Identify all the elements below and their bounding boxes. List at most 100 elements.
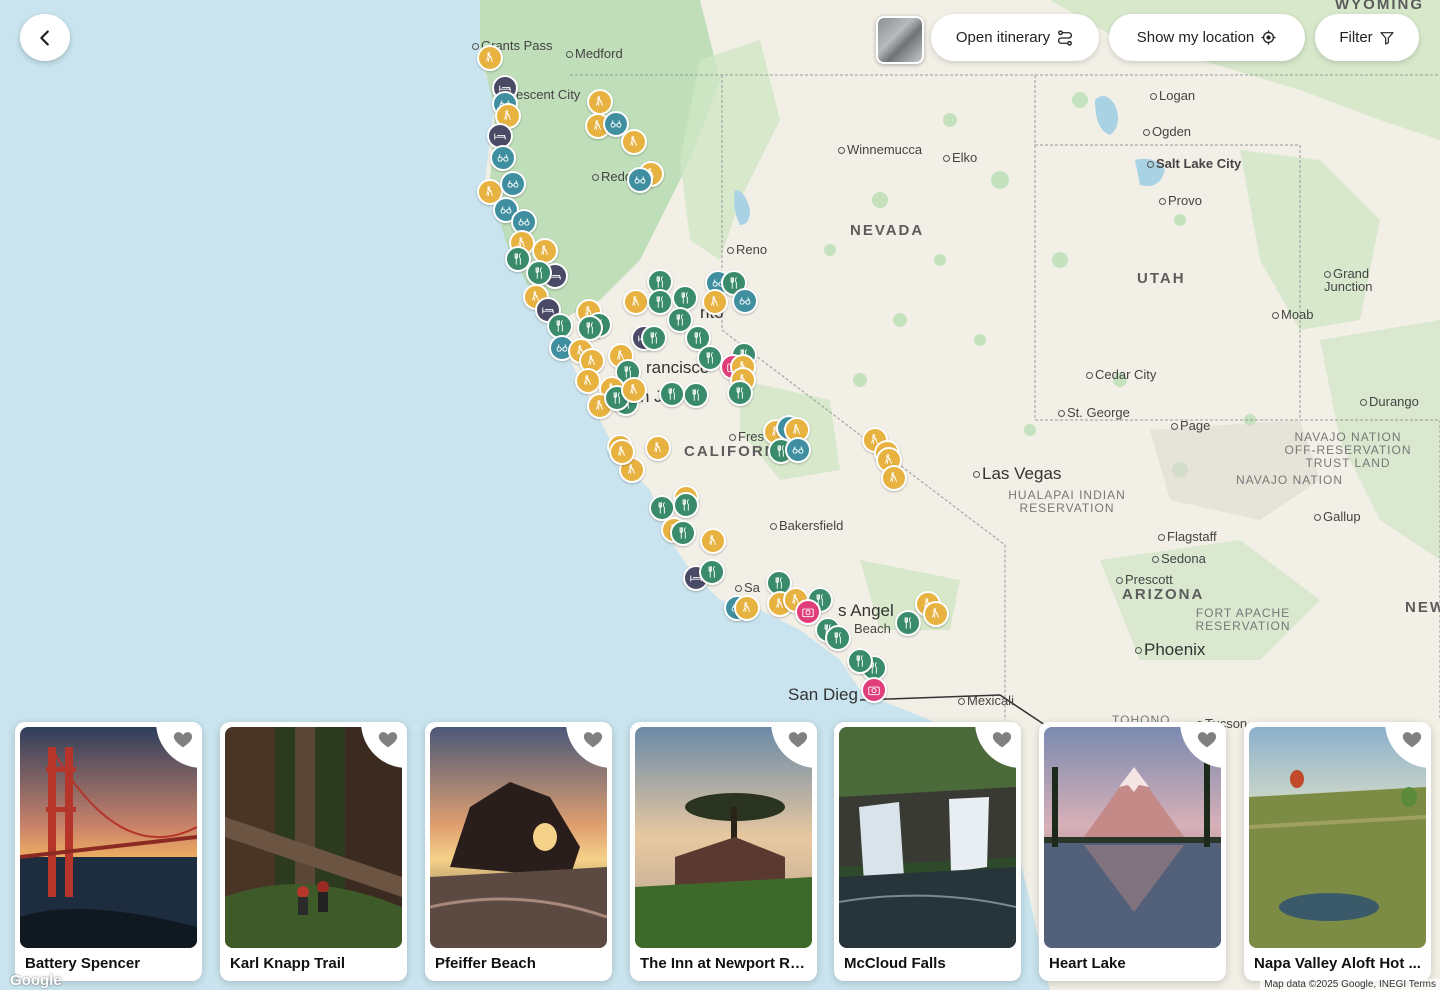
food-icon xyxy=(668,388,675,400)
place-photo xyxy=(839,727,1016,948)
food-icon xyxy=(856,655,863,667)
map-layer-toggle[interactable] xyxy=(876,16,924,64)
hike-icon xyxy=(630,384,637,394)
google-logo: Google xyxy=(10,972,62,989)
map-label-wyoming: WYOMING xyxy=(1335,0,1424,13)
map-copyright[interactable]: Map data ©2025 Google, INEGI Terms xyxy=(1260,979,1440,990)
heart-icon xyxy=(378,732,398,748)
hike-icon xyxy=(932,608,939,618)
places-carousel[interactable]: Battery Spencer Karl Knapp Trail Pfeiffe… xyxy=(15,722,1440,982)
food-icon xyxy=(676,314,683,326)
map-marker-food[interactable] xyxy=(895,610,921,636)
map-marker-hike[interactable] xyxy=(881,465,907,491)
show-location-button[interactable]: Show my location xyxy=(1109,14,1305,61)
view-icon xyxy=(500,206,512,214)
hike-icon xyxy=(630,136,637,146)
food-icon xyxy=(708,566,715,578)
map-marker-food[interactable] xyxy=(641,325,667,351)
show-location-label: Show my location xyxy=(1136,29,1255,46)
map-marker-hike[interactable] xyxy=(621,129,647,155)
map-label-mexicali: Mexicali xyxy=(958,693,1014,708)
hike-icon xyxy=(486,186,493,196)
place-card[interactable]: Karl Knapp Trail xyxy=(220,722,407,981)
view-icon xyxy=(497,154,509,162)
view-icon xyxy=(507,180,519,188)
map-label-nevada: NEVADA xyxy=(850,222,925,239)
place-title: Heart Lake xyxy=(1049,955,1126,972)
map-marker-food[interactable] xyxy=(526,260,552,286)
map-label-durango: Durango xyxy=(1360,394,1419,409)
heart-icon xyxy=(1402,732,1422,748)
map-label-gallup: Gallup xyxy=(1314,509,1361,524)
heart-icon xyxy=(1197,732,1217,748)
photo-icon xyxy=(868,686,880,696)
map-marker-view[interactable] xyxy=(500,171,526,197)
food-icon xyxy=(556,320,563,332)
map-label-elko: Elko xyxy=(943,150,977,165)
map-marker-hike[interactable] xyxy=(621,377,647,403)
hike-icon xyxy=(628,464,635,474)
map-label-las-vegas: Las Vegas xyxy=(973,464,1061,484)
place-card[interactable]: Battery Spencer xyxy=(15,722,202,981)
place-card[interactable]: The Inn at Newport Ra... xyxy=(630,722,817,981)
food-icon xyxy=(679,527,686,539)
place-card[interactable]: McCloud Falls xyxy=(834,722,1021,981)
map-marker-hike[interactable] xyxy=(702,289,728,315)
place-card[interactable]: Napa Valley Aloft Hot ... xyxy=(1244,722,1431,981)
map-label-navajo-trust-land: NAVAJO NATION OFF-RESERVATION TRUST LAND xyxy=(1284,430,1412,470)
hike-icon xyxy=(541,245,548,255)
map-label-hualapai: HUALAPAI INDIAN RESERVATION xyxy=(1008,488,1126,515)
map-marker-food[interactable] xyxy=(683,382,709,408)
map-marker-hike[interactable] xyxy=(575,368,601,394)
map-label-ogden: Ogden xyxy=(1143,124,1191,139)
hike-icon xyxy=(504,110,511,120)
map-marker-view[interactable] xyxy=(627,167,653,193)
food-icon xyxy=(681,292,688,304)
view-icon xyxy=(634,176,646,184)
map-marker-food[interactable] xyxy=(699,559,725,585)
map-marker-view[interactable] xyxy=(490,145,516,171)
place-title: Karl Knapp Trail xyxy=(230,955,346,972)
map-marker-hike[interactable] xyxy=(734,595,760,621)
place-photo xyxy=(635,727,812,948)
filter-button[interactable]: Filter xyxy=(1315,14,1419,61)
hike-icon xyxy=(584,375,591,385)
map-marker-hike[interactable] xyxy=(700,528,726,554)
map-marker-hike[interactable] xyxy=(477,45,503,71)
map-marker-food[interactable] xyxy=(673,492,699,518)
hike-icon xyxy=(711,296,718,306)
map-marker-food[interactable] xyxy=(659,381,685,407)
open-itinerary-label: Open itinerary xyxy=(955,29,1051,46)
map-marker-food[interactable] xyxy=(847,648,873,674)
hike-icon xyxy=(486,52,493,62)
map-marker-hike[interactable] xyxy=(645,435,671,461)
open-itinerary-button[interactable]: Open itinerary xyxy=(931,14,1099,61)
place-photo xyxy=(225,727,402,948)
map-label-provo: Provo xyxy=(1159,193,1202,208)
map-label-reno: Reno xyxy=(727,242,767,257)
map-marker-photo[interactable] xyxy=(861,677,887,703)
map-marker-view[interactable] xyxy=(732,288,758,314)
map-marker-food[interactable] xyxy=(825,625,851,651)
place-title: Napa Valley Aloft Hot ... xyxy=(1254,955,1421,972)
hike-icon xyxy=(618,446,625,456)
filter-label: Filter xyxy=(1339,29,1373,46)
hike-icon xyxy=(709,535,716,545)
map-marker-hike[interactable] xyxy=(609,439,635,465)
hike-icon xyxy=(743,602,750,612)
map-marker-food[interactable] xyxy=(670,520,696,546)
map-marker-hike[interactable] xyxy=(923,601,949,627)
hike-icon xyxy=(793,424,800,434)
map-marker-food[interactable] xyxy=(727,380,753,406)
map-label-winnemucca: Winnemucca xyxy=(838,142,922,157)
back-button[interactable] xyxy=(20,14,70,61)
view-icon xyxy=(792,446,804,454)
map-marker-hike[interactable] xyxy=(623,289,649,315)
map-marker-hike[interactable] xyxy=(587,89,613,115)
map-label-fort-apache: FORT APACHE RESERVATION xyxy=(1195,606,1291,633)
place-card[interactable]: Heart Lake xyxy=(1039,722,1226,981)
place-card[interactable]: Pfeiffer Beach xyxy=(425,722,612,981)
map-marker-view[interactable] xyxy=(785,437,811,463)
food-icon xyxy=(650,332,657,344)
map-label-crescent-city: escent City xyxy=(516,87,581,102)
